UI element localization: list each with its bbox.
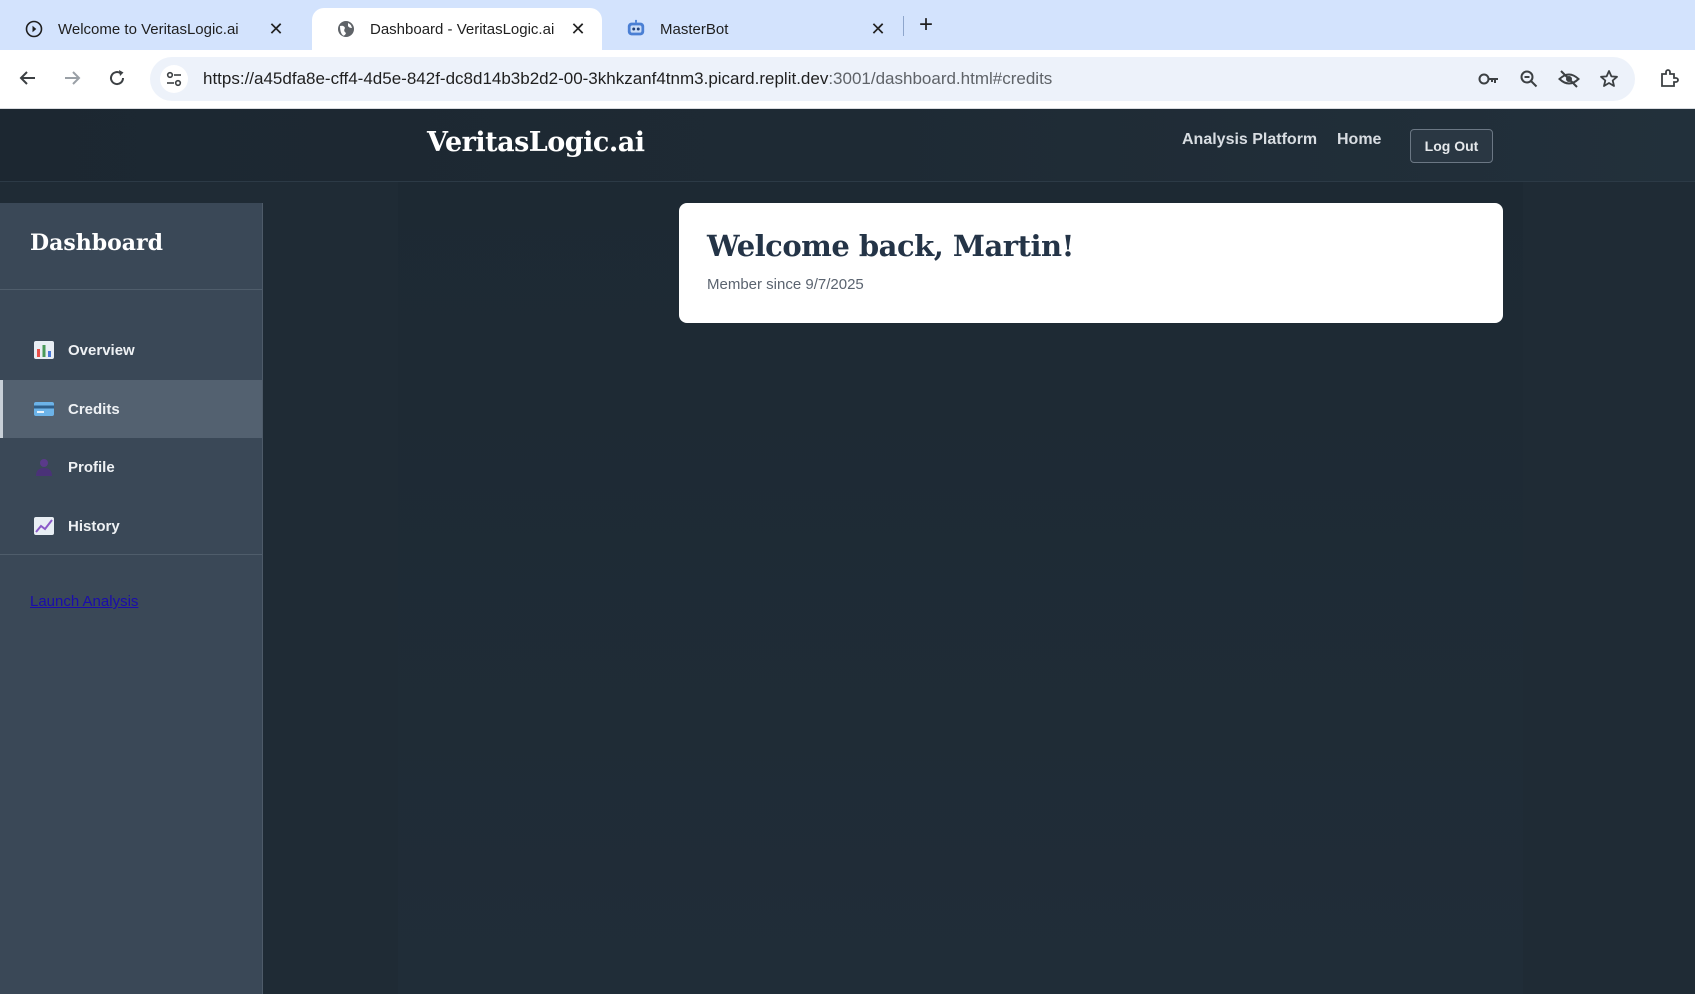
welcome-card: Welcome back, Martin! Member since 9/7/2… [679, 203, 1503, 323]
star-icon[interactable] [1597, 67, 1621, 91]
close-icon[interactable]: ✕ [264, 17, 288, 41]
sidebar-item-overview[interactable]: Overview [0, 321, 262, 379]
sidebar-divider [0, 289, 262, 290]
nav-analysis-platform[interactable]: Analysis Platform [1182, 131, 1317, 149]
site-settings-icon[interactable] [160, 65, 188, 93]
browser-tab-strip: Welcome to VeritasLogic.ai ✕ Dashboard -… [0, 0, 1695, 50]
sidebar: Dashboard Overview Credits Profile Histo… [0, 203, 263, 994]
trend-chart-icon [34, 517, 54, 535]
user-icon [36, 459, 52, 476]
play-circle-icon [24, 19, 44, 39]
member-since-text: Member since 9/7/2025 [707, 276, 864, 293]
back-arrow-icon [19, 71, 35, 85]
tab-title: Welcome to VeritasLogic.ai [58, 20, 239, 38]
bar-chart-icon [34, 341, 54, 359]
welcome-title: Welcome back, Martin! [707, 229, 1074, 263]
password-key-icon[interactable] [1477, 67, 1501, 91]
sidebar-divider [0, 554, 262, 555]
tab-welcome[interactable]: Welcome to VeritasLogic.ai ✕ [0, 8, 300, 50]
sidebar-item-history[interactable]: History [0, 497, 262, 555]
close-icon[interactable]: ✕ [566, 17, 590, 41]
back-button[interactable] [12, 62, 44, 94]
sidebar-item-label: History [68, 517, 120, 535]
nav-home[interactable]: Home [1337, 131, 1381, 149]
sidebar-item-credits[interactable]: Credits [0, 380, 262, 438]
url-path: :3001/dashboard.html#credits [828, 69, 1053, 88]
page-body: VeritasLogic.ai Analysis Platform Home L… [0, 109, 1695, 994]
sidebar-item-label: Overview [68, 341, 135, 359]
reload-button[interactable] [101, 62, 133, 94]
address-bar[interactable]: https://a45dfa8e-cff4-4d5e-842f-dc8d14b3… [150, 57, 1635, 101]
tab-title: Dashboard - VeritasLogic.ai [370, 20, 555, 38]
tab-title: MasterBot [660, 20, 729, 38]
tab-masterbot[interactable]: MasterBot ✕ [602, 8, 902, 50]
sidebar-title: Dashboard [30, 230, 163, 256]
credit-card-icon [34, 402, 54, 416]
tab-separator [903, 16, 904, 36]
extensions-icon[interactable] [1655, 64, 1683, 92]
brand-logo[interactable]: VeritasLogic.ai [427, 127, 645, 158]
sidebar-item-label: Credits [68, 400, 120, 418]
launch-analysis-link[interactable]: Launch Analysis [30, 593, 138, 610]
robot-icon [626, 19, 646, 39]
sidebar-item-label: Profile [68, 458, 115, 476]
zoom-icon[interactable] [1517, 67, 1541, 91]
browser-toolbar: https://a45dfa8e-cff4-4d5e-842f-dc8d14b3… [0, 50, 1695, 109]
forward-arrow-icon [65, 71, 81, 85]
url-host: https://a45dfa8e-cff4-4d5e-842f-dc8d14b3… [203, 69, 829, 88]
site-header: VeritasLogic.ai Analysis Platform Home L… [0, 109, 1695, 182]
globe-icon [336, 19, 356, 39]
tab-dashboard[interactable]: Dashboard - VeritasLogic.ai ✕ [312, 8, 602, 50]
new-tab-button[interactable]: + [913, 11, 939, 38]
close-icon[interactable]: ✕ [866, 17, 890, 41]
reload-icon [110, 70, 125, 86]
url-text: https://a45dfa8e-cff4-4d5e-842f-dc8d14b3… [203, 69, 1635, 89]
logout-button[interactable]: Log Out [1410, 129, 1493, 163]
sidebar-item-profile[interactable]: Profile [0, 438, 262, 496]
forward-button[interactable] [56, 62, 88, 94]
eye-off-icon[interactable] [1557, 67, 1581, 91]
